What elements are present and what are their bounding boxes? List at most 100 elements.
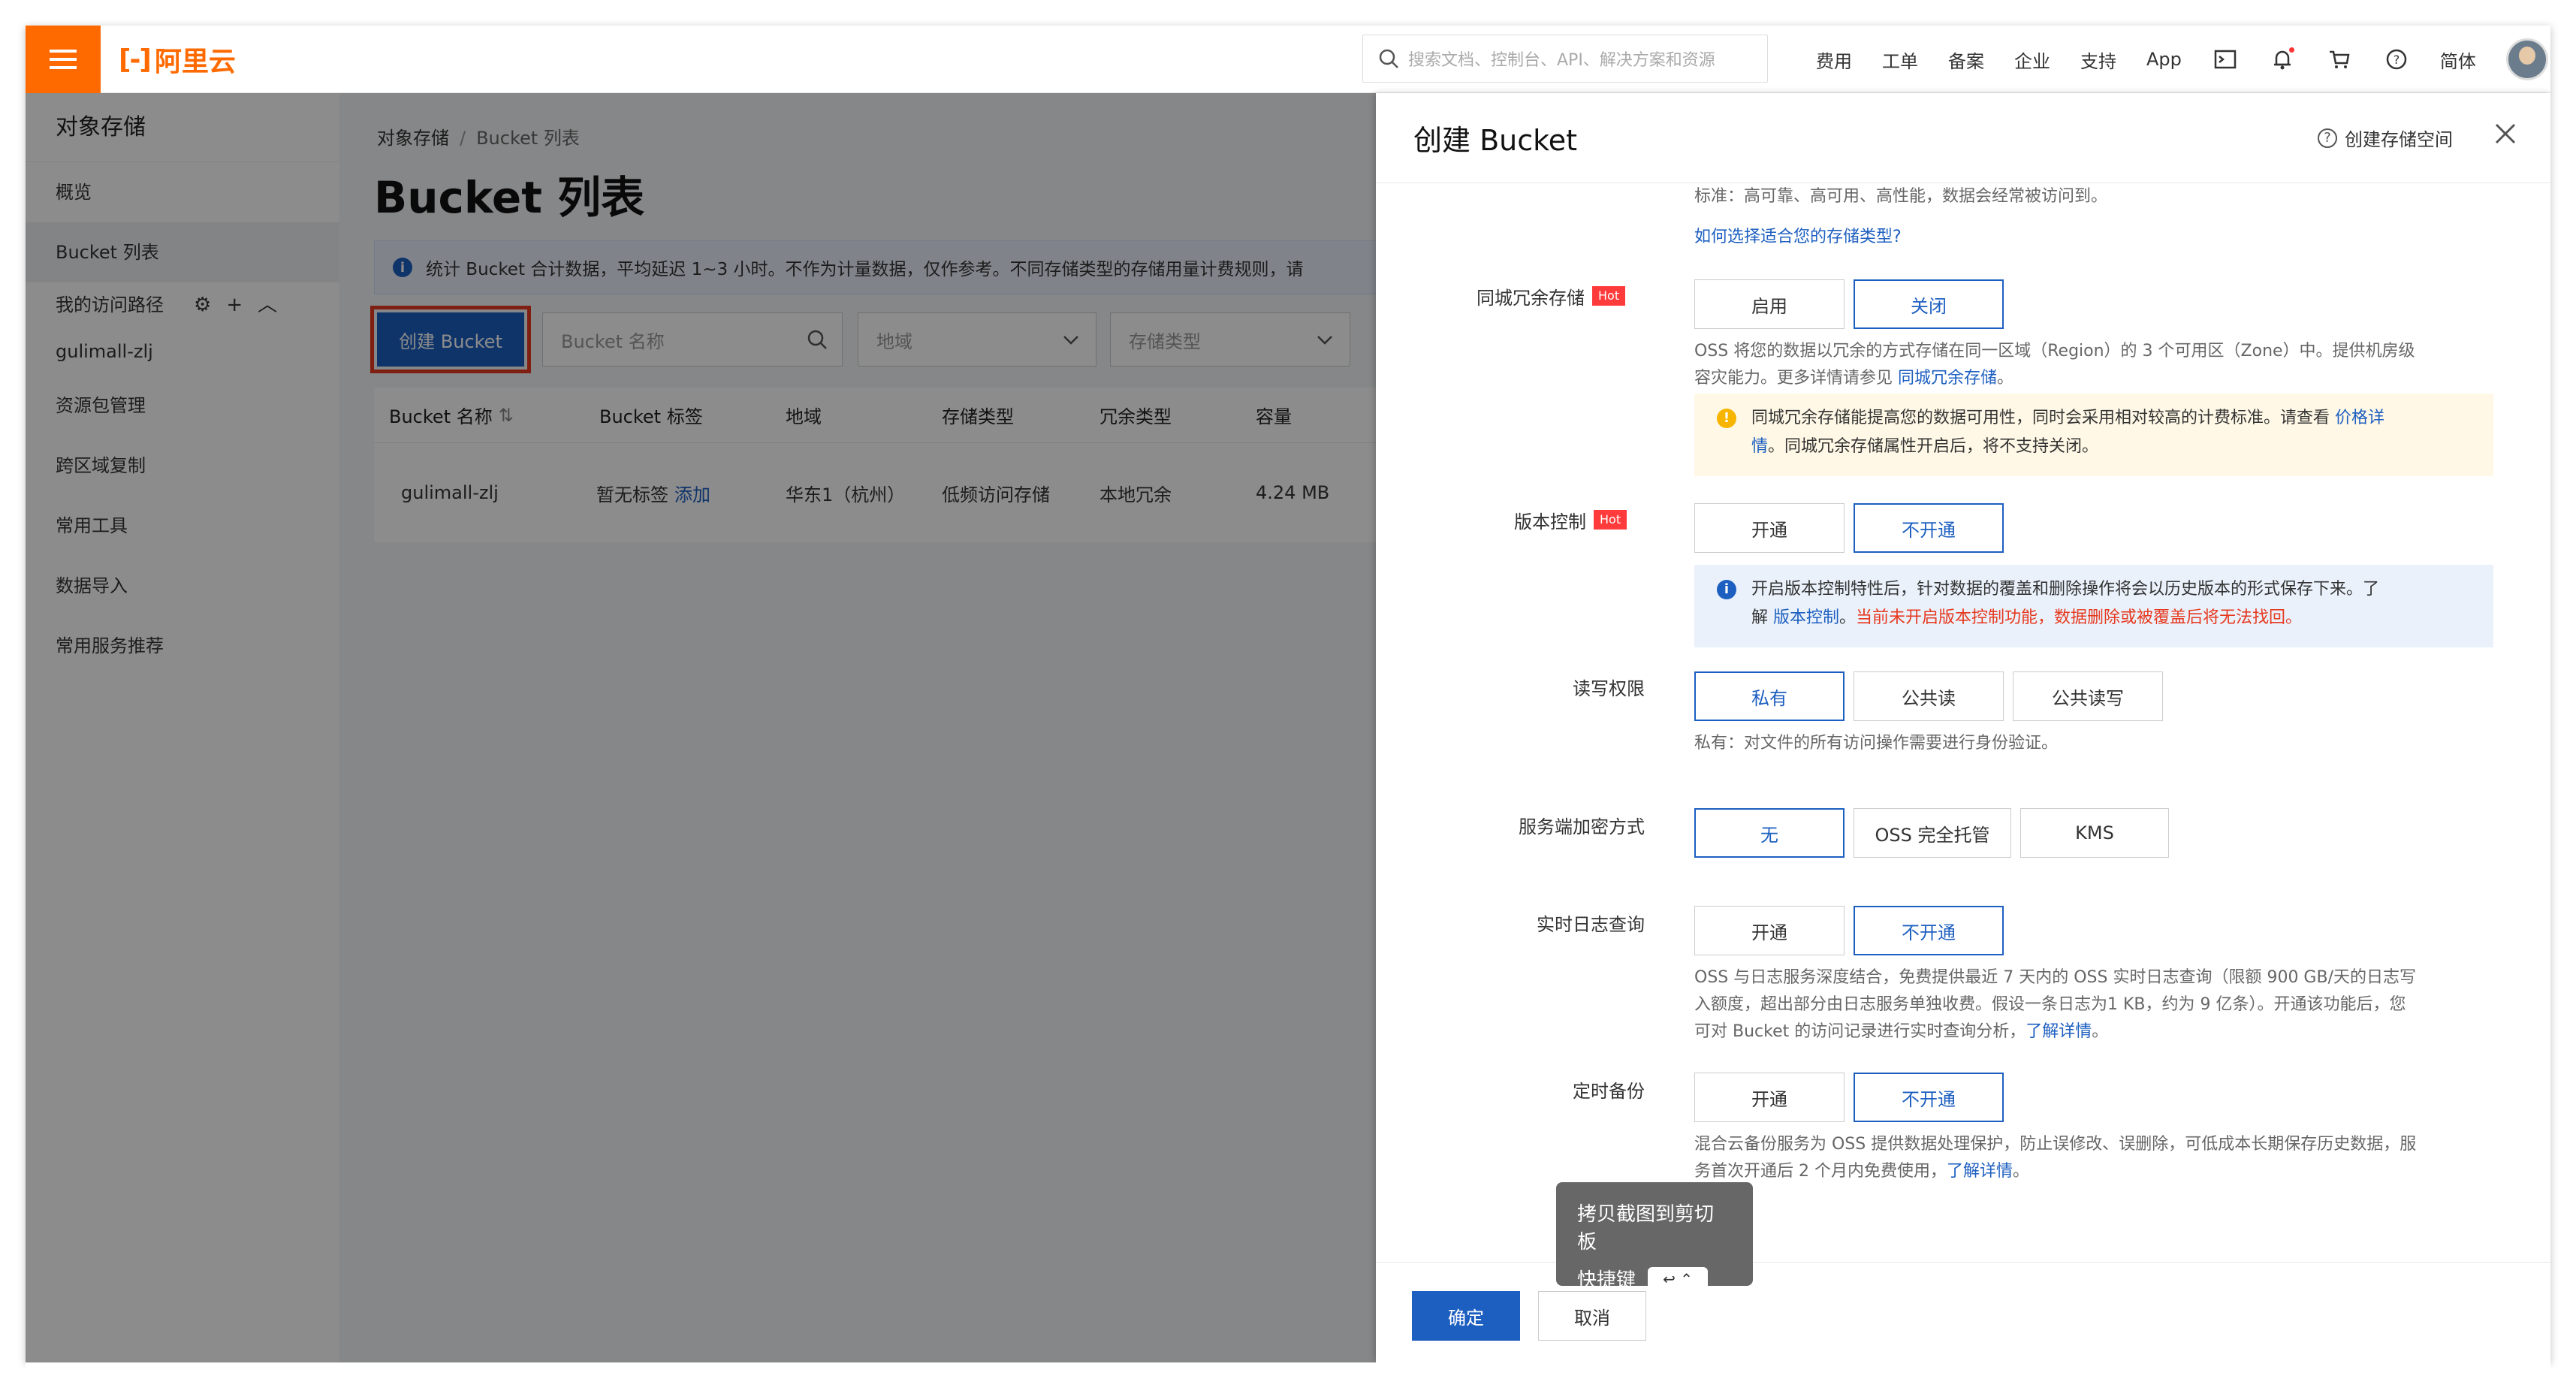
nav-tickets[interactable]: 工单: [1882, 47, 1918, 73]
window-bottom-edge: [26, 1362, 2550, 1388]
hot-badge: Hot: [1594, 510, 1627, 530]
global-search-input[interactable]: 搜索文档、控制台、API、解决方案和资源: [1362, 35, 1768, 83]
zrs-label: 同城冗余存储 Hot: [1477, 281, 1626, 311]
language-switch[interactable]: 简体: [2440, 47, 2476, 73]
top-bar: [-] 阿里云 搜索文档、控制台、API、解决方案和资源 费用 工单 备案 企业…: [26, 26, 2550, 93]
info-icon: i: [1717, 580, 1736, 599]
cart-icon[interactable]: [2326, 46, 2353, 73]
menu-icon: [50, 50, 77, 69]
pricing-link[interactable]: 价格详: [2335, 409, 2384, 427]
versioning-info-end: 。: [1839, 608, 1857, 627]
log-disable-option[interactable]: 不开通: [1854, 906, 2004, 955]
question-icon: ?: [2318, 128, 2337, 148]
storage-class-desc: 标准：高可靠、高可用、高性能，数据会经常被访问到。: [1694, 187, 2108, 206]
versioning-info-text2: 解: [1751, 608, 1769, 627]
zrs-enable-option[interactable]: 启用: [1694, 279, 1845, 329]
copy-screenshot-tooltip[interactable]: 拷贝截图到剪切板 快捷键 ↩ ⌃: [1556, 1182, 1753, 1292]
backup-label: 定时备份: [1573, 1080, 1645, 1102]
zrs-disable-option[interactable]: 关闭: [1854, 279, 2004, 329]
acl-public-read-write-option[interactable]: 公共读写: [2013, 671, 2163, 721]
tooltip-shortcut-row: 快捷键 ↩ ⌃: [1577, 1265, 1732, 1293]
shortcut-key: ↩ ⌃: [1648, 1266, 1709, 1291]
versioning-doc-link[interactable]: 版本控制: [1773, 608, 1839, 627]
zrs-warning: ! 同城冗余存储能提高您的数据可用性，同时会采用相对较高的计费标准。请查看 价格…: [1694, 394, 2493, 476]
versioning-info-text: 开启版本控制特性后，针对数据的覆盖和删除操作将会以历史版本的形式保存下来。了: [1751, 580, 2380, 599]
backup-learn-more-link[interactable]: 了解详情: [1947, 1162, 2013, 1181]
panel-title: 创建 Bucket: [1413, 124, 1578, 157]
panel-header: 创建 Bucket ? 创建存储空间: [1376, 93, 2550, 183]
zrs-warning-text2: 。同城冗余存储属性开启后，将不支持关闭。: [1768, 437, 2099, 456]
versioning-disable-option[interactable]: 不开通: [1854, 503, 2004, 553]
backup-desc-line1: 混合云备份服务为 OSS 提供数据处理保护，防止误修改、误删除，可低成本长期保存…: [1694, 1135, 2417, 1154]
encryption-label: 服务端加密方式: [1519, 816, 1645, 837]
nav-enterprise[interactable]: 企业: [2014, 47, 2050, 73]
encryption-oss-option[interactable]: OSS 完全托管: [1854, 808, 2011, 858]
encryption-none-option[interactable]: 无: [1694, 808, 1845, 858]
versioning-label: 版本控制 Hot: [1514, 505, 1627, 535]
log-desc-line1: OSS 与日志服务深度结合，免费提供最近 7 天内的 OSS 实时日志查询（限额…: [1694, 968, 2416, 987]
storage-class-help-link[interactable]: 如何选择适合您的存储类型?: [1694, 224, 1902, 251]
backup-desc-line2: 务首次开通后 2 个月内免费使用，了解详情。: [1694, 1158, 2498, 1185]
notification-dot: [2288, 47, 2294, 53]
zrs-desc-line2: 容灾能力。更多详情请参见 同城冗余存储。: [1694, 365, 2490, 392]
tooltip-title: 拷贝截图到剪切板: [1577, 1203, 1715, 1254]
warning-icon: !: [1717, 409, 1736, 428]
log-desc-line3: 可对 Bucket 的访问记录进行实时查询分析，了解详情。: [1694, 1018, 2498, 1046]
svg-text:?: ?: [2394, 53, 2400, 67]
zrs-desc: OSS 将您的数据以冗余的方式存储在同一区域（Region）的 3 个可用区（Z…: [1694, 338, 2490, 392]
versioning-enable-option[interactable]: 开通: [1694, 503, 1845, 553]
log-desc-text: 可对 Bucket 的访问记录进行实时查询分析，: [1694, 1022, 2026, 1041]
zrs-label-text: 同城冗余存储: [1477, 287, 1585, 309]
create-bucket-help-link[interactable]: ? 创建存储空间: [2318, 125, 2453, 151]
zrs-desc-line1: OSS 将您的数据以冗余的方式存储在同一区域（Region）的 3 个可用区（Z…: [1694, 342, 2415, 361]
versioning-label-text: 版本控制: [1514, 511, 1586, 533]
pricing-link-cont[interactable]: 情: [1751, 437, 1768, 456]
brand-name: 阿里云: [154, 47, 236, 77]
brand-logo[interactable]: [-] 阿里云: [119, 41, 236, 78]
tooltip-shortcut-label: 快捷键: [1577, 1269, 1636, 1292]
log-query-label: 实时日志查询: [1537, 913, 1645, 935]
backup-disable-option[interactable]: 不开通: [1854, 1073, 2004, 1122]
zrs-warning-text: 同城冗余存储能提高您的数据可用性，同时会采用相对较高的计费标准。请查看: [1751, 409, 2330, 427]
confirm-button[interactable]: 确定: [1412, 1291, 1520, 1341]
menu-button[interactable]: [26, 26, 101, 93]
terminal-icon[interactable]: [2212, 46, 2239, 73]
zrs-doc-link[interactable]: 同城冗余存储: [1898, 369, 1997, 388]
panel-footer: 确定 取消: [1376, 1262, 2550, 1362]
log-desc-end: 。: [2092, 1022, 2109, 1041]
log-desc-line2: 入额度，超出部分由日志服务单独收费。假设一条日志为1 KB，约为 9 亿条）。开…: [1694, 995, 2406, 1014]
nav-support[interactable]: 支持: [2080, 47, 2116, 73]
log-enable-option[interactable]: 开通: [1694, 906, 1845, 955]
acl-private-option[interactable]: 私有: [1694, 671, 1845, 721]
backup-desc-end: 。: [2013, 1162, 2030, 1181]
top-nav: 费用 工单 备案 企业 支持 App ? 简体: [1816, 26, 2548, 93]
zrs-desc-end: 。: [1997, 369, 2014, 388]
encryption-kms-option[interactable]: KMS: [2020, 808, 2169, 858]
log-learn-more-link[interactable]: 了解详情: [2026, 1022, 2092, 1041]
nav-icp[interactable]: 备案: [1948, 47, 1984, 73]
nav-app[interactable]: App: [2146, 49, 2182, 70]
console-window: [-] 阿里云 搜索文档、控制台、API、解决方案和资源 费用 工单 备案 企业…: [26, 26, 2550, 1362]
help-icon[interactable]: ?: [2383, 46, 2410, 73]
log-desc: OSS 与日志服务深度结合，免费提供最近 7 天内的 OSS 实时日志查询（限额…: [1694, 964, 2498, 1046]
create-bucket-panel: 创建 Bucket ? 创建存储空间 标准：高可靠、高可用、高性能，数据会经常被访…: [1376, 93, 2550, 1362]
backup-desc-text: 务首次开通后 2 个月内免费使用，: [1694, 1162, 1947, 1181]
help-label: 创建存储空间: [2345, 129, 2453, 150]
aliyun-logo-icon: [-]: [119, 44, 152, 75]
cancel-button[interactable]: 取消: [1538, 1291, 1646, 1341]
bell-icon[interactable]: [2269, 46, 2296, 73]
modal-overlay[interactable]: [26, 93, 1377, 1362]
backup-enable-option[interactable]: 开通: [1694, 1073, 1845, 1122]
versioning-warning-text: 当前未开启版本控制功能，数据删除或被覆盖后将无法找回。: [1856, 608, 2303, 627]
backup-desc: 混合云备份服务为 OSS 提供数据处理保护，防止误修改、误删除，可低成本长期保存…: [1694, 1131, 2498, 1185]
versioning-info: i 开启版本控制特性后，针对数据的覆盖和删除操作将会以历史版本的形式保存下来。了…: [1694, 565, 2493, 647]
zrs-desc-text: 容灾能力。更多详情请参见: [1694, 369, 1893, 388]
nav-billing[interactable]: 费用: [1816, 47, 1852, 73]
acl-desc: 私有：对文件的所有访问操作需要进行身份验证。: [1694, 734, 2059, 753]
search-placeholder: 搜索文档、控制台、API、解决方案和资源: [1408, 51, 1715, 70]
search-icon: [1379, 49, 1398, 68]
close-icon[interactable]: [2490, 119, 2520, 149]
avatar[interactable]: [2505, 38, 2548, 80]
acl-label: 读写权限: [1573, 677, 1645, 699]
acl-public-read-option[interactable]: 公共读: [1854, 671, 2004, 721]
